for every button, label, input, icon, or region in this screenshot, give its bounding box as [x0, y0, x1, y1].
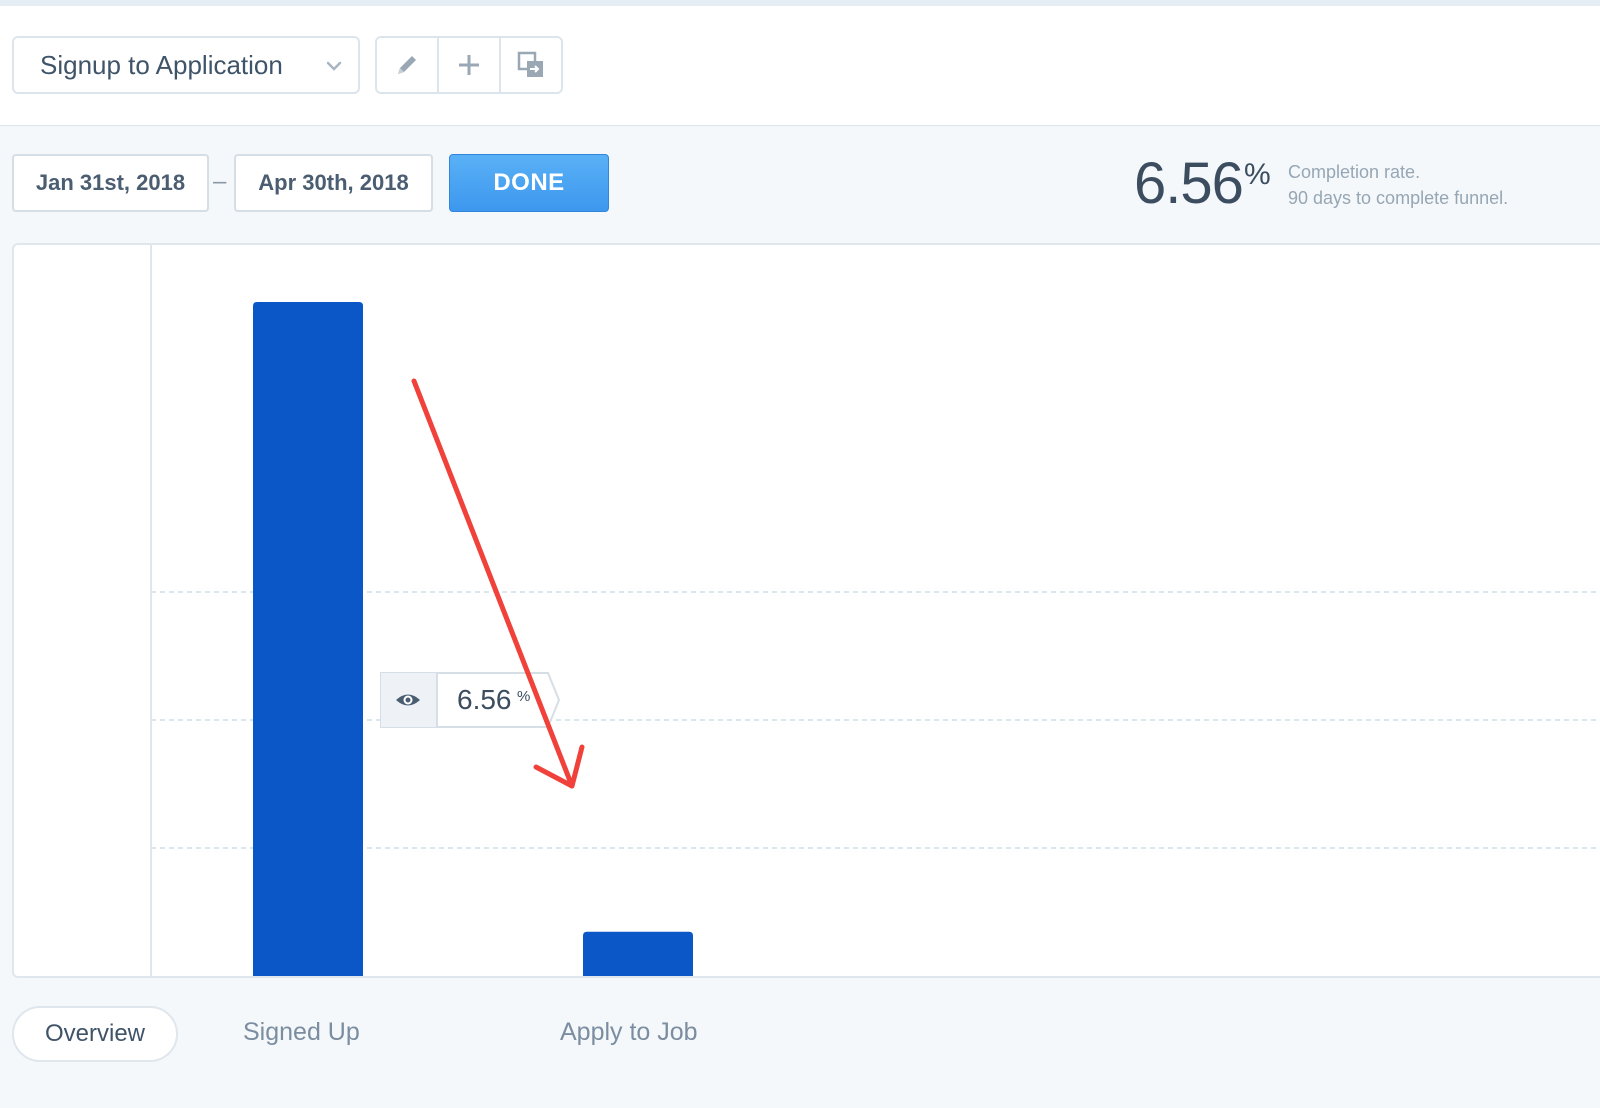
- top-toolbar: Signup to Application: [0, 0, 1600, 126]
- pencil-icon: [398, 56, 416, 74]
- completion-rate-percent: %: [1244, 158, 1271, 191]
- end-date-field[interactable]: Apr 30th, 2018: [234, 154, 433, 212]
- funnel-chart-panel: [12, 243, 1600, 978]
- tab-overview[interactable]: Overview: [12, 1006, 178, 1062]
- completion-rate-caption: Completion rate.: [1288, 162, 1421, 182]
- funnel-tool-group: [375, 36, 563, 94]
- funnel-bar-2: [583, 931, 693, 976]
- duplicate-funnel-button[interactable]: [501, 38, 561, 92]
- step-label-apply-to-job[interactable]: Apply to Job: [560, 1018, 698, 1047]
- done-button[interactable]: DONE: [449, 154, 609, 212]
- date-range-separator: –: [213, 168, 227, 195]
- funnel-selector-label: Signup to Application: [40, 49, 283, 80]
- eye-icon: [396, 694, 420, 706]
- funnel-chart: [150, 245, 1600, 976]
- step-label-signed-up[interactable]: Signed Up: [243, 1018, 360, 1047]
- funnel-window-caption: 90 days to complete funnel.: [1288, 188, 1509, 208]
- conversion-rate-tooltip[interactable]: 6.56 %: [380, 672, 560, 728]
- funnel-selector-dropdown[interactable]: Signup to Application: [12, 36, 360, 94]
- conversion-rate-value: 6.56: [457, 684, 512, 715]
- chevron-down-icon: [326, 61, 342, 71]
- edit-funnel-button[interactable]: [377, 38, 439, 92]
- duplicate-icon: [517, 51, 543, 77]
- plus-icon: [459, 55, 479, 75]
- conversion-rate-unit: %: [517, 688, 531, 705]
- start-date-field[interactable]: Jan 31st, 2018: [12, 154, 209, 212]
- completion-rate-value: 6.56: [1134, 151, 1244, 216]
- add-funnel-button[interactable]: [439, 38, 501, 92]
- funnel-bar-1: [253, 302, 363, 976]
